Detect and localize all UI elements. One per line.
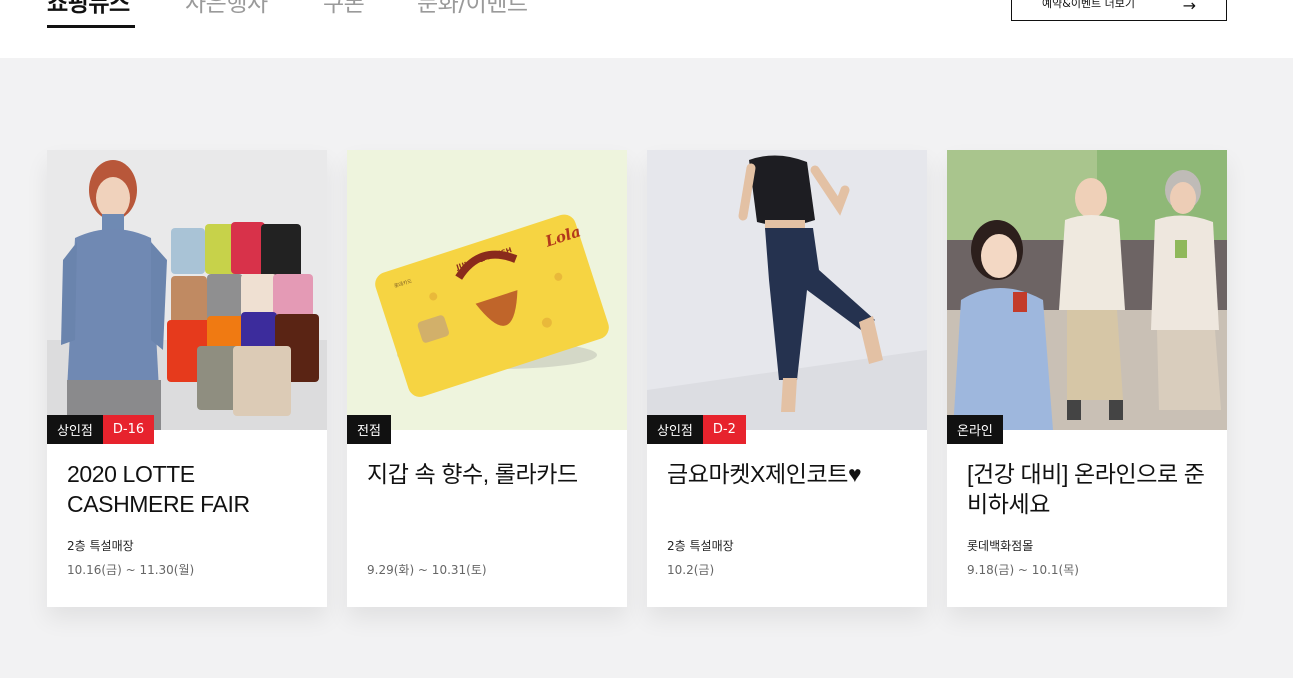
card-badges: 전점: [347, 415, 391, 444]
card-badges: 온라인: [947, 415, 1003, 444]
tab-coupons[interactable]: 쿠폰: [323, 0, 365, 18]
top-tab-bar: 쇼핑뉴스 사은행사 쿠폰 문화/이벤트 예약&이벤트 더보기 →: [0, 0, 1293, 58]
card-title: 2020 LOTTE CASHMERE FAIR: [67, 461, 250, 517]
tab-shopping-news[interactable]: 쇼핑뉴스: [47, 0, 130, 18]
card-date: 9.29(화) ~ 10.31(토): [367, 563, 487, 577]
store-badge: 상인점: [647, 415, 703, 444]
event-card-lola-card[interactable]: Lola JUICY & FRESH 롯데카드 전점 지갑 속 향수, 롤라카드…: [347, 150, 627, 607]
card-badges: 상인점 D-16: [47, 415, 155, 444]
reserve-events-more-button[interactable]: 예약&이벤트 더보기 →: [1011, 0, 1227, 21]
tab-culture-events[interactable]: 문화/이벤트: [417, 0, 528, 18]
store-badge: 전점: [347, 415, 391, 444]
event-card-friday-market[interactable]: 상인점 D-2 금요마켓X제인코트♥ 2층 특설매장 10.2(금): [647, 150, 927, 607]
cashmere-sweaters-photo: [47, 150, 327, 430]
card-title: [건강 대비] 온라인으로 준비하세요: [967, 461, 1205, 517]
tab-gift-events[interactable]: 사은행사: [185, 0, 268, 18]
card-title: 지갑 속 향수, 롤라카드: [367, 461, 578, 487]
dday-badge: D-16: [102, 415, 155, 444]
family-health-photo: [947, 150, 1227, 430]
card-title: 금요마켓X제인코트♥: [667, 461, 862, 487]
store-badge: 상인점: [47, 415, 103, 444]
card-badges: 상인점 D-2: [647, 415, 746, 444]
leggings-model-photo: [647, 150, 927, 430]
arrow-right-icon: →: [1182, 0, 1196, 15]
reserve-button-label: 예약&이벤트 더보기: [1042, 0, 1136, 10]
dday-badge: D-2: [702, 415, 746, 444]
active-tab-underline: [47, 25, 135, 28]
card-date: 10.16(금) ~ 11.30(월): [67, 563, 195, 577]
card-date: 10.2(금): [667, 563, 715, 577]
event-card-cashmere-fair[interactable]: 상인점 D-16 2020 LOTTE CASHMERE FAIR 2층 특설매…: [47, 150, 327, 607]
card-date: 9.18(금) ~ 10.1(목): [967, 563, 1079, 577]
card-place: 롯데백화점몰: [967, 539, 1034, 553]
lola-card-photo: Lola JUICY & FRESH 롯데카드: [347, 150, 627, 430]
card-place: 2층 특설매장: [667, 539, 734, 553]
card-place: 2층 특설매장: [67, 539, 134, 553]
store-badge: 온라인: [947, 415, 1003, 444]
event-card-online-health[interactable]: 온라인 [건강 대비] 온라인으로 준비하세요 롯데백화점몰 9.18(금) ~…: [947, 150, 1227, 607]
